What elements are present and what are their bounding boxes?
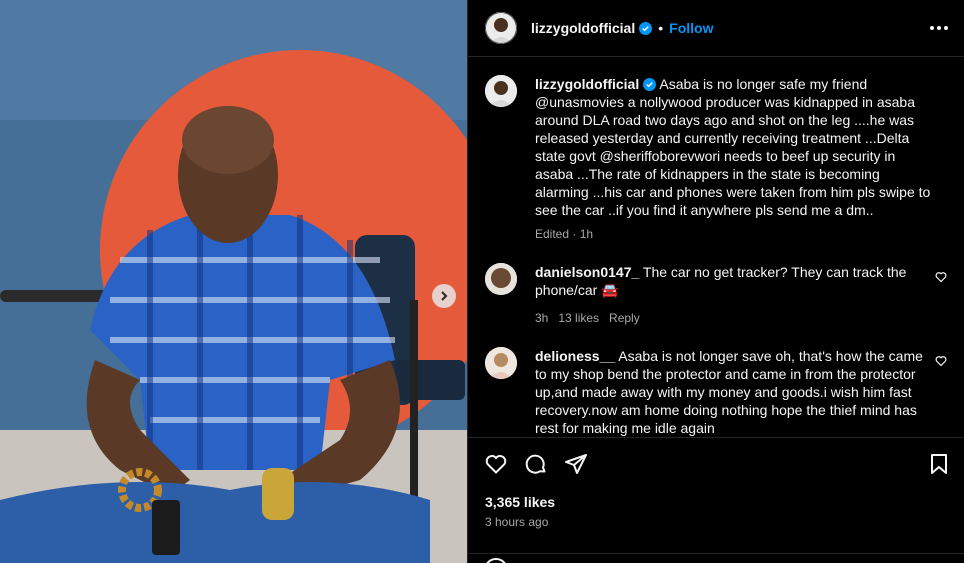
comment-avatar[interactable] [485,263,517,295]
caption-meta: Edited · 1h [535,227,594,241]
separator-dot: • [658,20,664,36]
caption: lizzygoldofficial Asaba is no longer saf… [485,75,955,243]
post-header: lizzygoldofficial • Follow [468,0,964,57]
post-media[interactable] [0,0,467,563]
verified-icon [643,78,657,91]
caption-text: Asaba is no longer safe my friend @unasm… [535,76,931,218]
likes-count[interactable]: 3,365 likes [485,494,555,510]
comment-time: 3h [535,311,549,325]
comment-item: delioness__ Asaba is not longer save oh,… [485,347,955,437]
comment-username[interactable]: delioness__ [535,348,615,364]
avatar-image [485,263,517,295]
verified-icon [639,21,653,35]
action-icons [484,452,588,476]
save-icon[interactable] [927,452,951,476]
avatar-image [485,347,517,379]
caption-username[interactable]: lizzygoldofficial [535,76,639,92]
post-footer: 3,365 likes 3 hours ago [468,437,964,563]
heart-icon[interactable] [484,452,508,476]
comment-item: danielson0147_ The car no get tracker? T… [485,263,955,327]
emoji-icon[interactable] [484,558,508,563]
avatar[interactable] [485,12,517,44]
comments-section[interactable]: lizzygoldofficial Asaba is no longer saf… [468,57,964,437]
caption-avatar[interactable] [485,75,517,107]
comment-username[interactable]: danielson0147_ [535,264,639,280]
comment-like-heart-icon[interactable] [935,355,947,367]
more-options-icon[interactable] [929,18,949,38]
post-time: 3 hours ago [485,515,549,529]
header-username[interactable]: lizzygoldofficial [531,20,635,36]
avatar-image [485,75,517,107]
post-panel: lizzygoldofficial • Follow lizzygoldoffi… [467,0,964,563]
comment-icon[interactable] [524,452,548,476]
share-icon[interactable] [564,452,588,476]
post-photo [0,0,467,563]
comment-avatar[interactable] [485,347,517,379]
reply-button[interactable]: Reply [609,309,640,327]
next-arrow-icon [441,291,448,301]
next-image-button[interactable] [432,284,456,308]
comment-likes[interactable]: 13 likes [558,309,599,327]
follow-button[interactable]: Follow [669,20,713,36]
comment-like-heart-icon[interactable] [935,271,947,283]
add-comment-bar[interactable] [468,553,964,563]
